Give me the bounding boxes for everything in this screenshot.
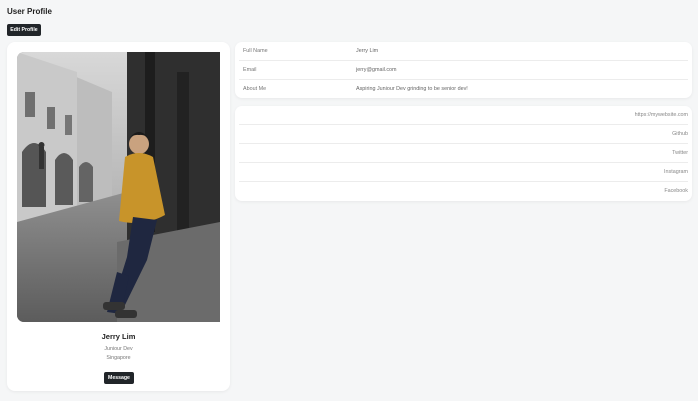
website-link[interactable]: https://mywebsite.com [635,112,688,118]
info-label: About Me [243,86,267,92]
info-row-full-name: Full Name Jerry Lim [243,42,688,61]
list-item: Instagram [239,163,688,182]
profile-card: Jerry Lim Juniour Dev Singapore Message [7,42,230,391]
info-row-about: About Me Aspiring Juniour Dev grinding t… [243,80,688,99]
info-value: jerry@gmail.com [356,67,397,73]
instagram-link[interactable]: Instagram [664,169,688,175]
profile-info-card: Full Name Jerry Lim Email jerry@gmail.co… [235,42,692,98]
list-item: https://mywebsite.com [239,106,688,125]
list-item: Github [239,125,688,144]
info-value: Jerry Lim [356,48,379,54]
list-item: Facebook [239,182,688,201]
profile-name: Jerry Lim [101,332,136,341]
info-value: Aspiring Juniour Dev grinding to be seni… [356,86,468,92]
facebook-link[interactable]: Facebook [664,188,688,194]
github-link[interactable]: Github [672,131,688,137]
profile-photo [17,52,220,322]
twitter-link[interactable]: Twitter [672,150,688,156]
social-links-card: https://mywebsite.com Github Twitter Ins… [235,106,692,201]
edit-profile-button[interactable]: Edit Profile [7,24,41,36]
page-title: User Profile [7,7,52,16]
info-label: Email [243,67,257,73]
profile-role: Juniour Dev [104,346,133,352]
info-label: Full Name [243,48,268,54]
message-button[interactable]: Message [104,372,134,384]
list-item: Twitter [239,144,688,163]
profile-location: Singapore [106,355,131,361]
info-row-email: Email jerry@gmail.com [243,61,688,80]
